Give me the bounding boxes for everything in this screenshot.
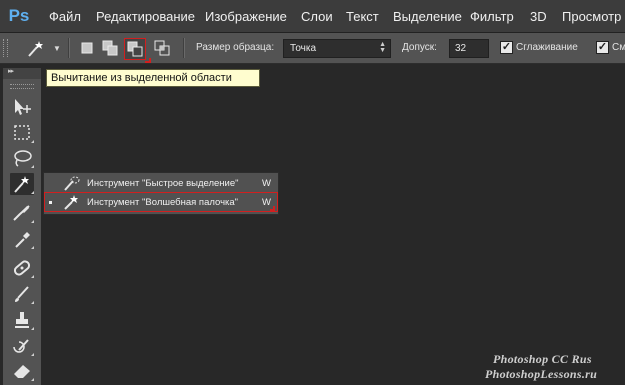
new-selection-button[interactable]: [78, 39, 96, 57]
chevron-down-icon[interactable]: ▼: [53, 44, 61, 53]
menu-filter[interactable]: Фильтр: [470, 0, 514, 32]
up-down-arrows-icon: ▲ ▼: [379, 41, 386, 54]
add-to-selection-icon: [102, 40, 118, 56]
marquee-tool[interactable]: [10, 122, 34, 144]
contiguous-checkbox[interactable]: ✓: [596, 41, 609, 54]
crop-tool[interactable]: [10, 202, 34, 224]
contiguous-label: Сме: [612, 42, 625, 53]
menu-view[interactable]: Просмотр: [562, 0, 621, 32]
sample-size-select[interactable]: Точка ▲ ▼: [283, 39, 391, 58]
magic-wand-icon: [28, 41, 43, 57]
eraser-tool[interactable]: [10, 360, 34, 382]
menu-edit[interactable]: Редактирование: [96, 0, 195, 32]
history-brush-tool[interactable]: [10, 335, 34, 357]
new-selection-icon: [81, 42, 93, 54]
highlight-corner-mark: [270, 206, 275, 211]
sample-size-label: Размер образца:: [196, 42, 275, 53]
menu-image[interactable]: Изображение: [205, 0, 287, 32]
move-icon: [15, 99, 31, 115]
menu-3d[interactable]: 3D: [530, 0, 547, 32]
flyout-item-shortcut: W: [262, 178, 271, 189]
watermark-line-1: Photoshop CC Rus: [493, 352, 592, 366]
active-bullet-icon: [49, 201, 52, 204]
collapse-arrows-icon[interactable]: ▸▸: [8, 67, 14, 75]
move-tool[interactable]: [10, 96, 34, 118]
sample-size-value: Точка: [290, 43, 317, 54]
flyout-item-label: Инструмент "Волшебная палочка": [87, 197, 239, 208]
subtract-from-selection-button[interactable]: [124, 38, 146, 60]
antialias-checkbox[interactable]: ✓: [500, 41, 513, 54]
divider: [68, 38, 70, 58]
flyout-item-magic-wand[interactable]: Инструмент "Волшебная палочка" W: [44, 193, 278, 212]
antialias-label: Сглаживание: [516, 42, 578, 53]
subtract-from-selection-icon: [127, 41, 143, 57]
clone-stamp-tool[interactable]: [10, 309, 34, 331]
magic-wand-icon: [62, 194, 80, 214]
ps-logo: Ps: [8, 6, 30, 25]
menu-type[interactable]: Текст: [346, 0, 379, 32]
menu-layers[interactable]: Слои: [301, 0, 333, 32]
add-to-selection-button[interactable]: [101, 39, 119, 57]
flyout-item-label: Инструмент "Быстрое выделение": [87, 178, 239, 189]
highlight-corner-mark: [145, 58, 151, 63]
watermark-line-2: PhotoshopLessons.ru: [485, 367, 598, 381]
tolerance-input[interactable]: 32: [449, 39, 489, 58]
intersect-selection-button[interactable]: [153, 39, 171, 57]
menu-select[interactable]: Выделение: [393, 0, 462, 32]
options-bar-grip[interactable]: [3, 39, 8, 57]
eyedropper-tool[interactable]: [10, 228, 34, 250]
tolerance-label: Допуск:: [402, 42, 437, 53]
intersect-selection-icon: [154, 40, 170, 56]
divider: [183, 38, 185, 58]
brush-tool[interactable]: [10, 283, 34, 305]
flyout-item-quick-selection[interactable]: Инструмент "Быстрое выделение" W: [44, 174, 278, 193]
lasso-tool[interactable]: [10, 147, 34, 169]
healing-brush-tool[interactable]: [10, 257, 34, 279]
menu-file[interactable]: Файл: [49, 0, 81, 32]
tools-panel-grip[interactable]: [10, 84, 34, 89]
magic-wand-tool[interactable]: [10, 173, 34, 195]
tooltip: Вычитание из выделенной области: [46, 69, 260, 87]
tool-preset-picker[interactable]: [24, 38, 46, 60]
